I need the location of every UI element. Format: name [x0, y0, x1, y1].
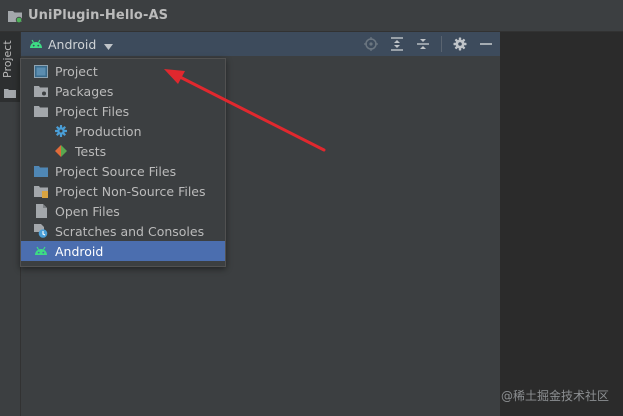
watermark-text: @稀土掘金技术社区 — [500, 389, 609, 403]
annotation-arrow — [164, 69, 326, 152]
